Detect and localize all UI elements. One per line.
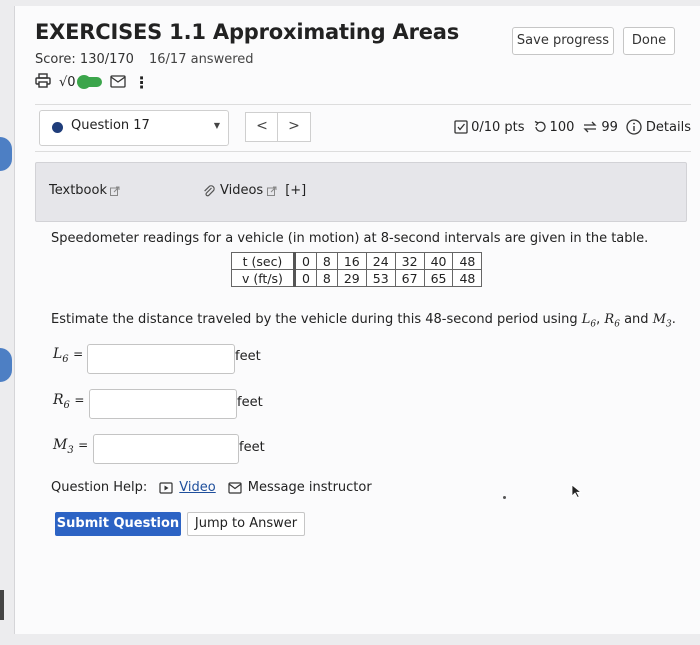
retry-icon xyxy=(534,120,546,132)
table-cell: 40 xyxy=(423,252,454,270)
textbook-link[interactable]: Textbook xyxy=(49,183,120,198)
table-cell: 65 xyxy=(423,269,454,287)
table-cell: 53 xyxy=(365,269,396,287)
sqrt-icon: √0 xyxy=(59,74,76,90)
table-row-header: t (sec) xyxy=(231,252,296,270)
save-progress-button[interactable]: Save progress xyxy=(512,27,614,55)
previous-question-button[interactable]: < xyxy=(245,112,279,142)
video-icon xyxy=(159,481,173,494)
done-button[interactable]: Done xyxy=(623,27,675,55)
table-cell: 48 xyxy=(452,252,483,270)
table-cell: 16 xyxy=(336,252,367,270)
m3-label: M3 = xyxy=(53,437,89,456)
table-row: t (sec) 0 8 16 24 32 40 48 xyxy=(231,252,483,270)
attempts-text: 99 xyxy=(601,119,618,135)
toggle-switch xyxy=(76,75,102,89)
small-dot xyxy=(503,496,506,499)
table-cell: 8 xyxy=(315,252,338,270)
details-link[interactable]: Details xyxy=(626,119,691,135)
help-label: Question Help: xyxy=(51,480,148,495)
details-label: Details xyxy=(645,119,691,135)
points-text: 0/10 pts xyxy=(471,119,525,135)
l6-answer-input[interactable] xyxy=(87,344,235,374)
and-text: and xyxy=(624,312,649,327)
mouse-cursor-icon xyxy=(571,484,583,498)
videos-expand[interactable]: [+] xyxy=(285,183,306,198)
video-help-link[interactable]: Video xyxy=(179,480,215,495)
attempts-stat: 99 xyxy=(582,120,618,135)
videos-link[interactable]: Videos [+] xyxy=(202,183,306,198)
assignment-page: EXERCISES 1.1 Approximating Areas Score:… xyxy=(14,6,700,634)
points-stat: 0/10 pts xyxy=(454,119,525,135)
question-select[interactable]: Question 17 ▼ xyxy=(39,110,229,146)
m3-unit: feet xyxy=(239,440,265,455)
table-cell: 29 xyxy=(336,269,367,287)
external-link-icon xyxy=(267,186,277,196)
l6-symbol: L6 xyxy=(581,312,597,330)
speed-table: t (sec) 0 8 16 24 32 40 48 v (ft/s) 0 8 … xyxy=(231,252,483,287)
checkbox-icon xyxy=(454,120,468,134)
chevron-down-icon: ▼ xyxy=(213,121,220,130)
question-stats: 0/10 pts 100 99 Details xyxy=(454,119,691,135)
videos-label: Videos xyxy=(220,183,264,198)
r6-symbol: R6 xyxy=(604,312,620,330)
jump-to-answer-button[interactable]: Jump to Answer xyxy=(187,512,305,536)
table-cell: 67 xyxy=(394,269,425,287)
r6-label: R6 = xyxy=(53,392,85,411)
table-row-header: v (ft/s) xyxy=(231,269,296,287)
question-select-label: Question 17 xyxy=(71,118,150,133)
submit-question-button[interactable]: Submit Question xyxy=(55,512,181,536)
table-cell: 48 xyxy=(452,269,483,287)
table-cell: 0 xyxy=(293,269,317,287)
side-tab-top[interactable] xyxy=(0,137,12,171)
paperclip-icon xyxy=(204,184,215,196)
more-options-icon[interactable]: ⋮ xyxy=(134,73,150,92)
textbook-label: Textbook xyxy=(49,183,107,198)
attempts-icon xyxy=(583,121,597,133)
side-tab-bottom[interactable] xyxy=(0,348,12,382)
external-link-icon xyxy=(109,186,120,196)
table-cell: 24 xyxy=(365,252,396,270)
estimate-prompt: Estimate the distance traveled by the ve… xyxy=(51,312,676,330)
retries-stat: 100 xyxy=(533,119,575,135)
mail-icon xyxy=(228,481,242,494)
math-entry-toggle[interactable]: √0 xyxy=(59,75,102,90)
page-title: EXERCISES 1.1 Approximating Areas xyxy=(35,20,460,44)
message-instructor-link[interactable]: Message instructor xyxy=(248,480,372,495)
resources-panel: Textbook Videos [+] xyxy=(35,162,687,222)
l6-label: L6 = xyxy=(53,346,84,365)
next-question-button[interactable]: > xyxy=(277,112,311,142)
r6-unit: feet xyxy=(237,395,263,410)
m3-symbol: M3 xyxy=(652,312,672,330)
m3-answer-input[interactable] xyxy=(93,434,239,464)
estimate-text: Estimate the distance traveled by the ve… xyxy=(51,312,578,327)
table-cell: 8 xyxy=(315,269,338,287)
score-text: Score: 130/170 xyxy=(35,52,134,67)
r6-answer-input[interactable] xyxy=(89,389,237,419)
toolbar: √0 ⋮ xyxy=(35,72,150,92)
print-icon[interactable] xyxy=(35,72,51,92)
table-cell: 32 xyxy=(394,252,425,270)
table-row: v (ft/s) 0 8 29 53 67 65 48 xyxy=(231,269,483,287)
info-icon xyxy=(626,119,642,135)
answered-count: 16/17 answered xyxy=(149,52,254,67)
l6-unit: feet xyxy=(235,349,261,364)
question-status-dot xyxy=(52,122,63,133)
table-cell: 0 xyxy=(293,252,317,270)
problem-intro: Speedometer readings for a vehicle (in m… xyxy=(51,231,649,246)
mail-icon[interactable] xyxy=(109,73,126,92)
left-edge-bar xyxy=(0,590,4,620)
question-bar: Question 17 ▼ < > 0/10 pts 100 99 Detail… xyxy=(35,104,691,152)
question-help: Question Help: Video Message instructor xyxy=(51,480,372,495)
retries-text: 100 xyxy=(549,119,575,135)
